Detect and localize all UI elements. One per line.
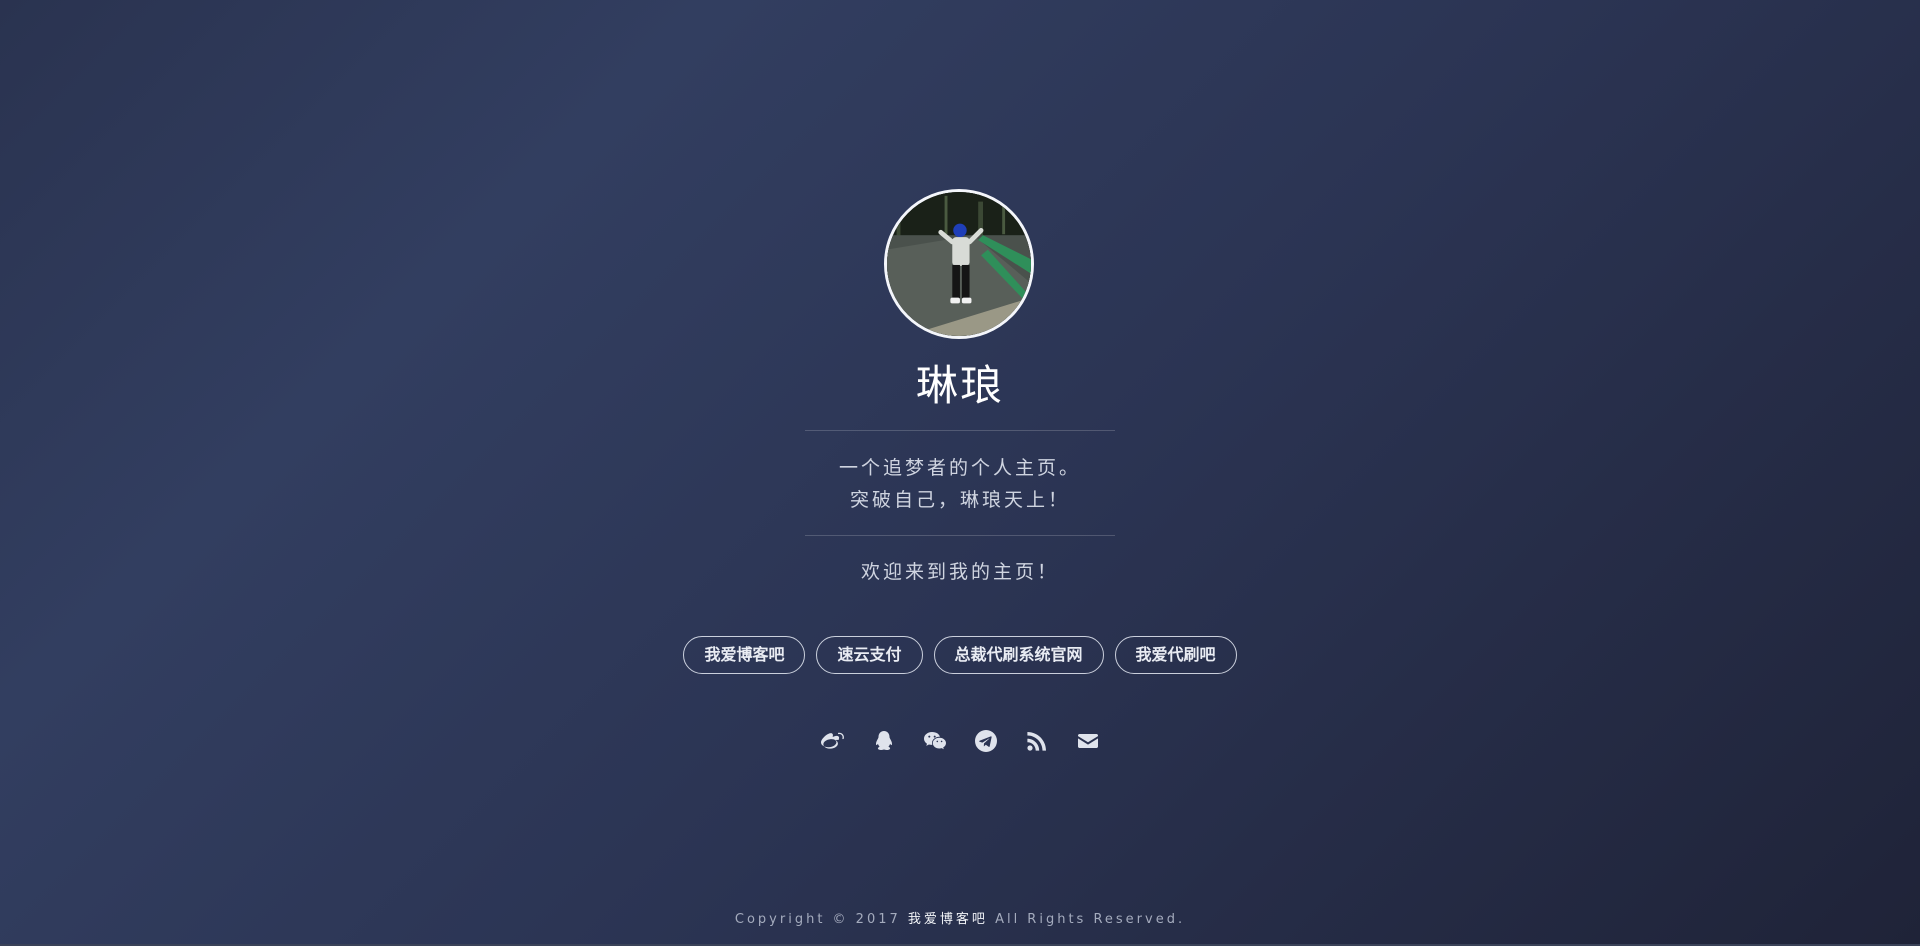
link-button-system[interactable]: 总裁代刷系统官网 <box>933 636 1104 674</box>
copyright-text: Copyright © 2017 <box>734 912 901 927</box>
social-links <box>0 728 1920 754</box>
rights-text: All Rights Reserved. <box>995 912 1186 927</box>
link-button-blog[interactable]: 我爱博客吧 <box>683 636 806 674</box>
link-button-pay[interactable]: 速云支付 <box>816 636 923 674</box>
footer-brand-link[interactable]: 我爱博客吧 <box>908 912 988 927</box>
qq-icon[interactable] <box>871 728 897 754</box>
avatar-photo <box>887 192 1031 336</box>
divider-bottom <box>805 535 1115 536</box>
link-buttons: 我爱博客吧 速云支付 总裁代刷系统官网 我爱代刷吧 <box>0 636 1920 674</box>
bio-line-2: 突破自己，琳琅天上！ <box>849 489 1070 511</box>
email-icon[interactable] <box>1075 728 1101 754</box>
link-button-daishua[interactable]: 我爱代刷吧 <box>1114 636 1237 674</box>
footer-copyright: Copyright © 2017 我爱博客吧 All Rights Reserv… <box>0 908 1920 927</box>
profile-name: 琳琅 <box>915 361 1004 410</box>
weibo-icon[interactable] <box>820 728 846 754</box>
rss-icon[interactable] <box>1024 728 1050 754</box>
welcome-text: 欢迎来到我的主页！ <box>860 561 1059 583</box>
wechat-icon[interactable] <box>922 728 948 754</box>
avatar[interactable] <box>884 189 1034 339</box>
telegram-icon[interactable] <box>973 728 999 754</box>
divider-top <box>805 430 1115 431</box>
bio-line-1: 一个追梦者的个人主页。 <box>838 457 1081 479</box>
profile-bio: 一个追梦者的个人主页。 突破自己，琳琅天上！ <box>0 452 1920 516</box>
